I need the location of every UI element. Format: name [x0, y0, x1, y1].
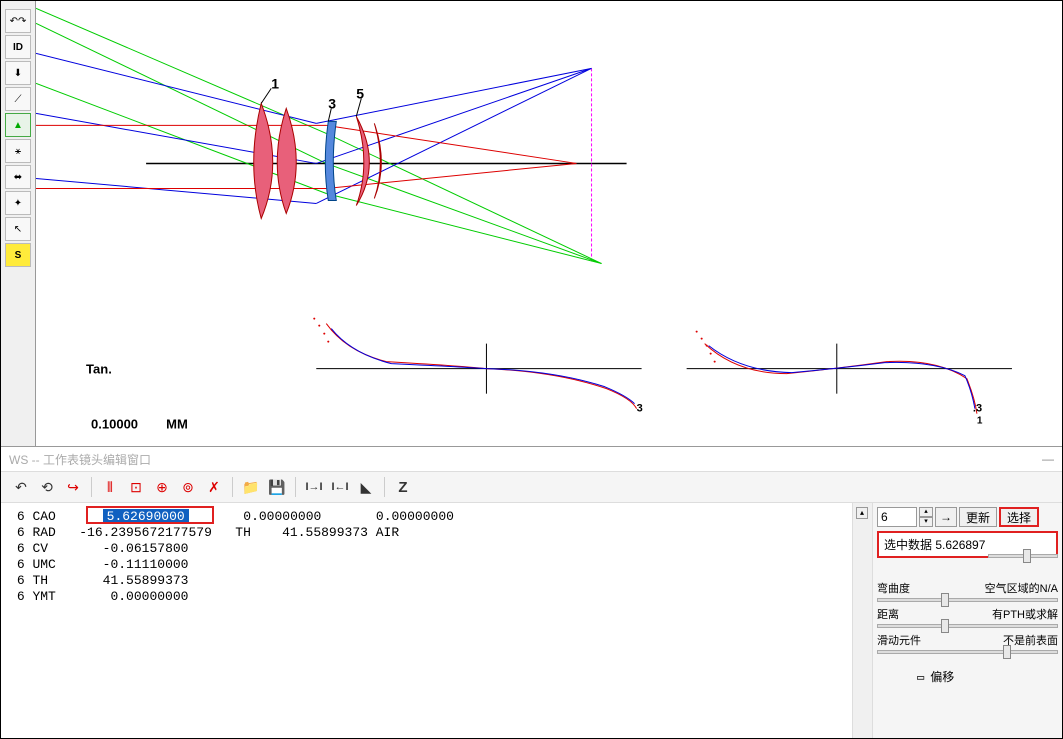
slider-thumb[interactable]	[941, 593, 949, 607]
scale-value: 0.10000	[91, 417, 138, 432]
scale-unit: MM	[166, 417, 188, 432]
tool-spark-icon[interactable]: ✦	[5, 191, 31, 215]
ws-circle-plus-icon[interactable]: ⊕	[150, 476, 174, 498]
scrollbar[interactable]: ▴	[852, 503, 872, 738]
slider-track[interactable]	[877, 650, 1058, 654]
slider-row: 距离 有PTH或求解	[877, 604, 1058, 630]
ws-ii-left-icon[interactable]: I←I	[328, 476, 352, 498]
left-toolbar: ↶↷ ID ⬇ ⟋ ▲ ⚹ ⬌ ✦ ↖ S	[1, 1, 36, 446]
tool-triangle-icon[interactable]: ▲	[5, 113, 31, 137]
tool-arrows-icon[interactable]: ⬌	[5, 165, 31, 189]
select-button[interactable]: 选择	[999, 507, 1039, 527]
slider-thumb[interactable]	[941, 619, 949, 633]
svg-text:5: 5	[356, 85, 364, 101]
svg-text:1: 1	[977, 416, 983, 427]
highlighted-value: 5.62690000	[103, 509, 189, 524]
slider-left-label: 距离	[877, 606, 899, 622]
ws-undo-icon[interactable]: ↶	[9, 476, 33, 498]
svg-text:.3: .3	[973, 403, 982, 415]
ws-title-bar: WS -- 工作表镜头编辑窗口 —	[1, 447, 1062, 471]
data-area[interactable]: 6 CAO 5.62690000 0.00000000 0.00000000 6…	[1, 503, 852, 738]
tool-cursor-icon[interactable]: ↖	[5, 217, 31, 241]
minimize-icon[interactable]: —	[1042, 452, 1054, 466]
surface-number-input[interactable]	[877, 507, 917, 527]
tool-script-icon[interactable]: S	[5, 243, 31, 267]
svg-text:3: 3	[328, 95, 336, 111]
slider-row: 弯曲度 空气区域的N/A	[877, 578, 1058, 604]
slider-right-label: 空气区域的N/A	[985, 580, 1058, 596]
ws-open-icon[interactable]: 📁	[239, 476, 263, 498]
slider-track[interactable]	[877, 624, 1058, 628]
svg-text:3: 3	[637, 403, 643, 415]
ws-forward-icon[interactable]: ↪	[61, 476, 85, 498]
tool-id[interactable]: ID	[5, 35, 31, 59]
spin-down-icon[interactable]: ▾	[919, 517, 933, 527]
slider-right-label: 有PTH或求解	[992, 606, 1058, 622]
ws-x-icon[interactable]: ✗	[202, 476, 226, 498]
slider-thumb[interactable]	[1003, 645, 1011, 659]
goto-button[interactable]: →	[935, 507, 957, 527]
offset-checkbox[interactable]: ▭	[917, 670, 924, 684]
slider-track[interactable]	[877, 598, 1058, 602]
slider-row: 滑动元件不是前表面	[877, 630, 1058, 656]
ws-tri-icon[interactable]: ◣	[354, 476, 378, 498]
slider-left-label: 弯曲度	[877, 580, 910, 596]
update-button[interactable]: 更新	[959, 507, 997, 527]
ws-ii-right-icon[interactable]: I→I	[302, 476, 326, 498]
tool-down-icon[interactable]: ⬇	[5, 61, 31, 85]
tool-slash-icon[interactable]: ⟋	[5, 87, 31, 111]
ws-z-icon[interactable]: Z	[391, 476, 415, 498]
right-panel: ▴ ▾ → 更新 选择 选中数据 5.626897 弯曲度空气区域的N/A距离有…	[872, 503, 1062, 738]
ws-save-icon[interactable]: 💾	[265, 476, 289, 498]
ws-box-icon[interactable]: ⊡	[124, 476, 148, 498]
offset-label: 偏移	[930, 668, 954, 685]
tool-star-icon[interactable]: ⚹	[5, 139, 31, 163]
tan-label: Tan.	[86, 362, 112, 377]
tool-undo-redo[interactable]: ↶↷	[5, 9, 31, 33]
ws-bars-icon[interactable]: ⫴	[98, 476, 122, 498]
ws-target-icon[interactable]: ⊚	[176, 476, 200, 498]
svg-text:1: 1	[271, 75, 279, 91]
ws-toolbar: ↶ ⟲ ↪ ⫴ ⊡ ⊕ ⊚ ✗ 📁 💾 I→I I←I ◣ Z	[1, 471, 1062, 503]
spin-up-icon[interactable]: ▴	[919, 507, 933, 517]
slider-left-label: 滑动元件	[877, 632, 921, 648]
optical-diagram[interactable]: 1 3 5 Tan. 3	[36, 1, 1062, 446]
ws-redo-icon[interactable]: ⟲	[35, 476, 59, 498]
